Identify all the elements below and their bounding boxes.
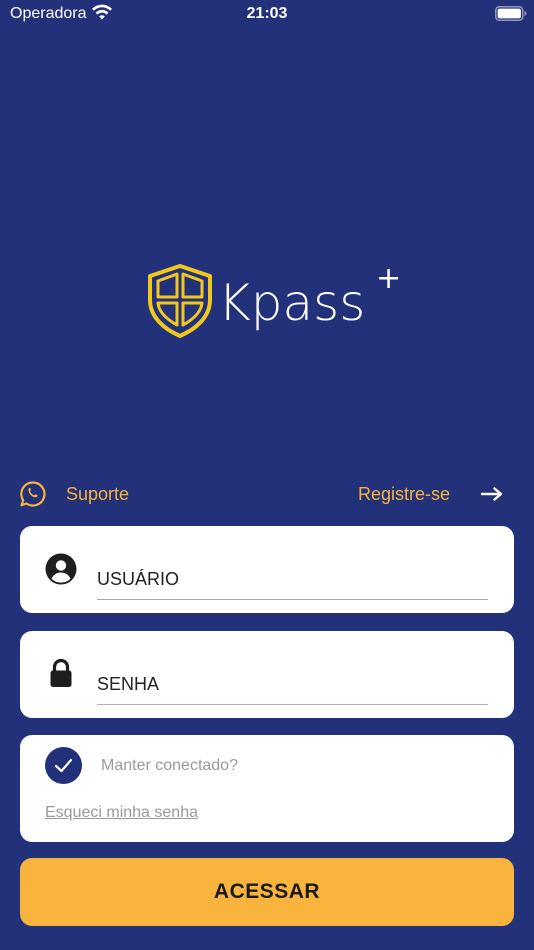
- username-card: [20, 526, 514, 613]
- logo-text: Kpass: [218, 274, 365, 332]
- arrow-right-icon[interactable]: [481, 486, 503, 502]
- logo-plus: +: [376, 262, 398, 296]
- status-bar: Operadora 21:03: [0, 0, 534, 30]
- shield-icon: Kpass +: [148, 261, 401, 338]
- links-row: Suporte Registre-se: [0, 476, 534, 512]
- register-link[interactable]: Registre-se: [358, 484, 450, 505]
- app-logo: Kpass +: [148, 261, 401, 340]
- keep-connected-label: Manter conectado?: [101, 757, 238, 774]
- password-input[interactable]: [97, 665, 488, 705]
- support-link[interactable]: Suporte: [66, 484, 129, 505]
- battery-icon: [495, 6, 527, 21]
- status-time: 21:03: [246, 5, 288, 22]
- username-input[interactable]: [97, 560, 488, 600]
- keep-connected-checkbox[interactable]: [45, 747, 82, 784]
- forgot-password-link[interactable]: Esqueci minha senha: [45, 804, 198, 822]
- submit-button[interactable]: ACESSAR: [20, 858, 514, 926]
- user-icon: [45, 553, 77, 585]
- lock-icon: [50, 658, 72, 687]
- options-card: Manter conectado? Esqueci minha senha: [20, 735, 514, 842]
- password-card: [20, 631, 514, 718]
- whatsapp-icon[interactable]: [19, 480, 47, 508]
- check-icon: [54, 758, 73, 773]
